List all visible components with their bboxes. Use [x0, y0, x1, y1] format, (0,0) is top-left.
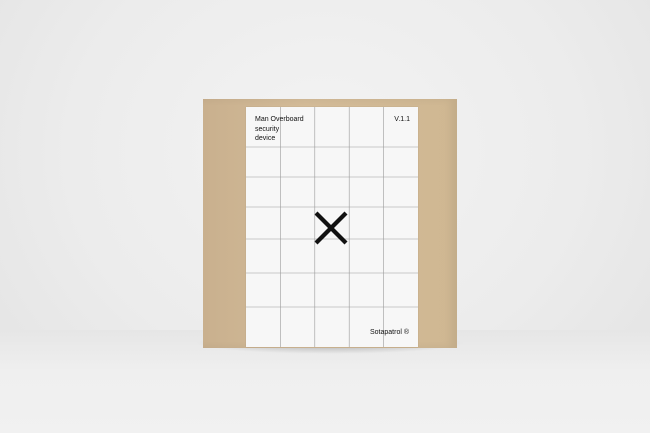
product-title: Man Overboard security device: [255, 116, 304, 142]
brand-name: Sotapatrol ®: [369, 329, 409, 336]
x-mark-icon: [314, 211, 348, 245]
version-label: V.1.1: [394, 116, 410, 123]
product-label: Man Overboard security device V.1.1 Sota…: [246, 107, 418, 347]
